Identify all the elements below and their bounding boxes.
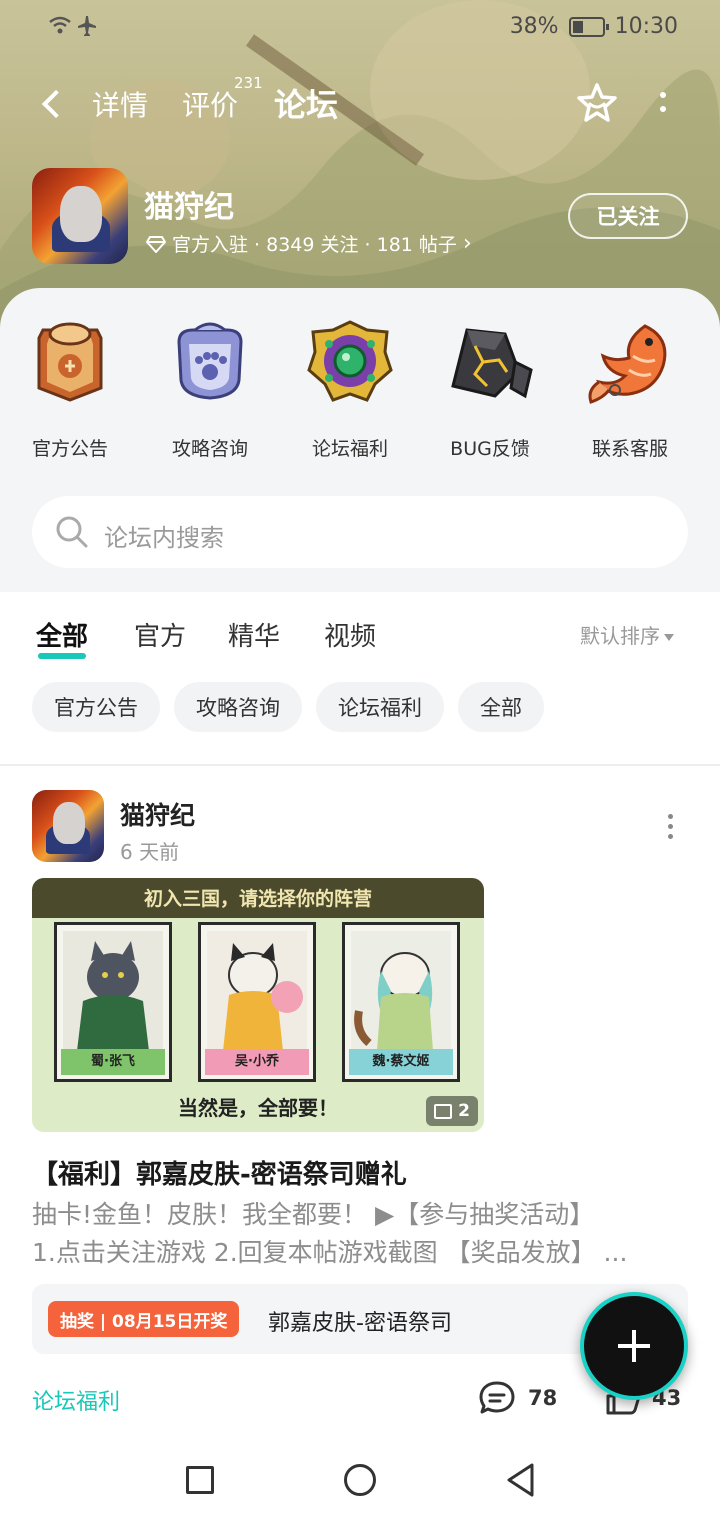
entry-label: 官方公告 xyxy=(31,438,108,460)
back-triangle-icon[interactable] xyxy=(504,1462,538,1498)
post-footer: 论坛福利 78 43 xyxy=(32,1380,688,1420)
diamond-icon xyxy=(146,235,166,253)
sort-label: 默认排序 xyxy=(580,624,660,648)
filter-tab-featured[interactable]: 精华 xyxy=(228,616,280,653)
post-image[interactable]: 初入三国，请选择你的阵营 蜀·张飞 吴·小乔 魏·蔡文姬 当然是，全部要！ 2 xyxy=(32,878,484,1132)
chevron-right-icon: › xyxy=(462,230,472,256)
image-footer: 当然是，全部要！ xyxy=(178,1096,338,1120)
cracked-stone-icon xyxy=(451,328,533,399)
entry-label: 论坛福利 xyxy=(311,438,388,460)
category-chips: 官方公告 攻略咨询 论坛福利 全部 xyxy=(32,682,544,732)
entry-bug-feedback[interactable]: BUG反馈 xyxy=(420,316,560,461)
faction-card: 蜀·张飞 xyxy=(54,922,172,1082)
status-right: 38% 10:30 xyxy=(510,14,678,39)
status-bar: 38% 10:30 xyxy=(0,0,720,56)
post-timestamp: 6 天前 xyxy=(120,840,180,864)
tab-reviews[interactable]: 评价 xyxy=(182,84,238,124)
game-title: 猫狩纪 xyxy=(144,190,234,225)
create-post-plus-icon[interactable] xyxy=(580,1292,688,1400)
battery-icon xyxy=(568,16,609,37)
koi-fish-icon xyxy=(588,324,667,404)
image-headline: 初入三国，请选择你的阵营 xyxy=(32,878,484,918)
faction-card: 魏·蔡文姬 xyxy=(342,922,460,1082)
filter-tabs: 全部 官方 精华 视频 默认排序 xyxy=(0,612,720,662)
paw-shield-icon xyxy=(177,322,243,400)
recent-apps-icon[interactable] xyxy=(186,1466,214,1494)
gem-medallion-icon xyxy=(307,320,393,402)
more-options-icon[interactable] xyxy=(648,84,678,124)
entry-contact-support[interactable]: 联系客服 xyxy=(560,316,700,461)
section-divider xyxy=(0,764,720,766)
lottery-badge: 抽奖 | 08月15日开奖 xyxy=(48,1301,240,1337)
entry-label: 攻略咨询 xyxy=(171,438,248,460)
favorite-star-icon[interactable] xyxy=(574,80,620,126)
post-more-icon[interactable] xyxy=(660,814,680,842)
image-icon xyxy=(434,1103,453,1119)
wifi-icon xyxy=(49,16,96,36)
entry-strategy-consult[interactable]: 攻略咨询 xyxy=(140,316,280,461)
faction-label: 魏·蔡文姬 xyxy=(349,1049,453,1075)
forum-entry-panel: 官方公告 攻略咨询 论坛福利 BUG反馈 联系客服 论坛内搜索 xyxy=(0,288,720,592)
home-icon[interactable] xyxy=(344,1464,376,1496)
green-warrior-cat-illustration xyxy=(63,931,163,1051)
follow-button[interactable]: 已关注 xyxy=(568,193,688,239)
entry-official-announcement[interactable]: 官方公告 xyxy=(0,316,140,461)
tab-details[interactable]: 详情 xyxy=(92,84,148,124)
system-navigation-bar xyxy=(0,1436,720,1520)
image-count: 2 xyxy=(458,1101,470,1121)
post-excerpt-line: 1.点击关注游戏 2.回复本帖游戏截图 【奖品发放】 ... xyxy=(32,1238,628,1267)
filter-tab-all[interactable]: 全部 xyxy=(36,616,88,659)
sort-dropdown[interactable]: 默认排序 xyxy=(580,620,674,649)
entry-forum-benefits[interactable]: 论坛福利 xyxy=(280,316,420,461)
chip-all[interactable]: 全部 xyxy=(458,682,544,732)
review-count-badge: 231 xyxy=(234,74,263,92)
post-category-tag[interactable]: 论坛福利 xyxy=(32,1384,120,1416)
top-navigation: 详情 评价 231 论坛 xyxy=(0,74,720,134)
lottery-prize: 郭嘉皮肤-密语祭司 xyxy=(268,1311,452,1336)
game-stats-text: 官方入驻 · 8349 关注 · 181 帖子 xyxy=(172,234,457,256)
comment-icon xyxy=(479,1381,515,1414)
caret-down-icon xyxy=(664,634,674,641)
clock: 10:30 xyxy=(614,14,678,39)
filter-tab-official[interactable]: 官方 xyxy=(134,616,186,653)
entry-label: 联系客服 xyxy=(591,438,668,460)
game-app-icon xyxy=(32,168,128,264)
post-author-name[interactable]: 猫狩纪 xyxy=(120,796,195,832)
orange-dress-cat-illustration xyxy=(207,931,307,1051)
back-arrow-icon[interactable] xyxy=(36,80,72,128)
faction-label: 蜀·张飞 xyxy=(61,1049,165,1075)
chip-benefits[interactable]: 论坛福利 xyxy=(316,682,444,732)
teal-hair-cat-illustration xyxy=(351,931,451,1051)
filter-tab-video[interactable]: 视频 xyxy=(324,616,376,653)
game-stats[interactable]: 官方入驻 · 8349 关注 · 181 帖子 › xyxy=(146,230,472,257)
post-excerpt-line: 抽卡!金鱼！皮肤！我全都要！ ▶【参与抽奖活动】 xyxy=(32,1200,595,1229)
battery-percent: 38% xyxy=(509,14,559,39)
search-placeholder: 论坛内搜索 xyxy=(104,524,224,552)
forum-search-bar[interactable]: 论坛内搜索 xyxy=(32,496,688,568)
search-icon xyxy=(56,516,88,548)
quick-entries: 官方公告 攻略咨询 论坛福利 BUG反馈 联系客服 xyxy=(0,316,720,461)
post-excerpt[interactable]: 抽卡!金鱼！皮肤！我全都要！ ▶【参与抽奖活动】 1.点击关注游戏 2.回复本帖… xyxy=(32,1196,688,1272)
comment-button[interactable]: 78 xyxy=(478,1380,557,1416)
faction-card: 吴·小乔 xyxy=(198,922,316,1082)
entry-label: BUG反馈 xyxy=(450,438,530,460)
chip-strategy[interactable]: 攻略咨询 xyxy=(174,682,302,732)
wifi-airplane-icons xyxy=(46,12,106,46)
post-author-avatar[interactable] xyxy=(32,790,104,862)
image-count-badge: 2 xyxy=(426,1096,478,1126)
game-banner: 38% 10:30 详情 评价 231 论坛 猫狩纪 官方入驻 · 8349 关… xyxy=(0,0,720,330)
comment-count: 78 xyxy=(528,1386,558,1410)
announcement-badge-icon xyxy=(37,322,103,402)
tab-forum[interactable]: 论坛 xyxy=(271,80,341,126)
chip-announcement[interactable]: 官方公告 xyxy=(32,682,160,732)
post-title[interactable]: 【福利】郭嘉皮肤-密语祭司赠礼 xyxy=(32,1154,407,1191)
faction-label: 吴·小乔 xyxy=(205,1049,309,1075)
